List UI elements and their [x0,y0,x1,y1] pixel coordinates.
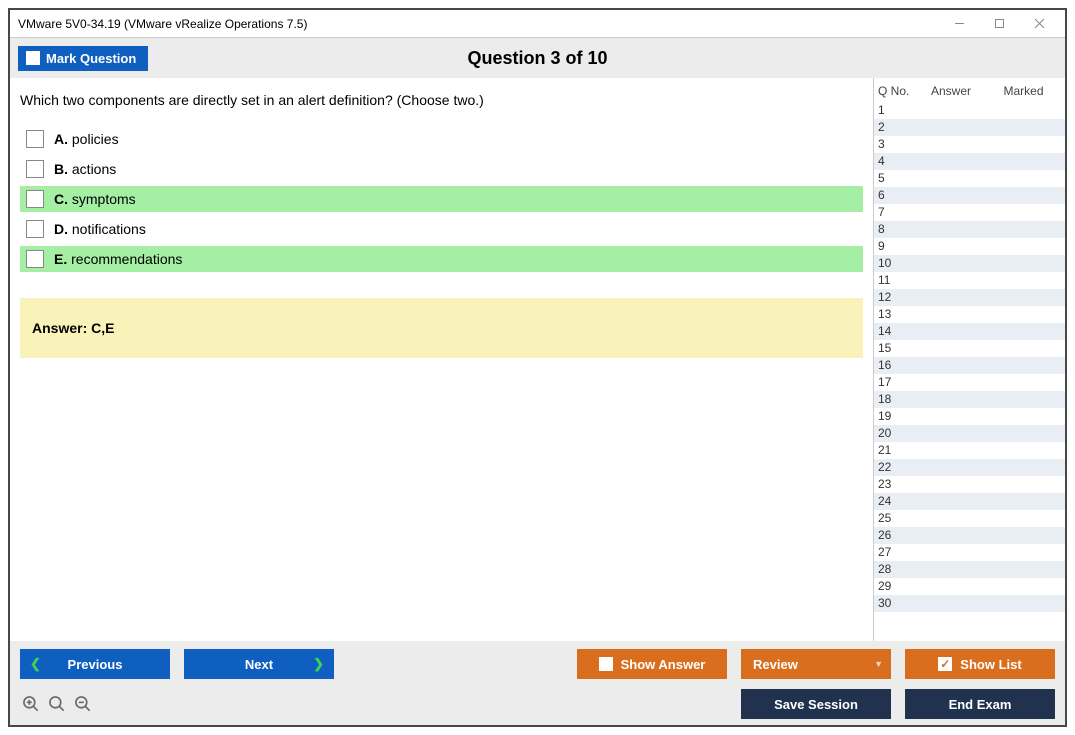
question-list-row[interactable]: 26 [874,527,1065,544]
option-row[interactable]: A. policies [20,126,863,152]
question-list-panel: Q No. Answer Marked 12345678910111213141… [873,78,1065,641]
end-exam-label: End Exam [949,697,1012,712]
option-row[interactable]: B. actions [20,156,863,182]
question-list-row[interactable]: 12 [874,289,1065,306]
review-dropdown[interactable]: Review ▼ [741,649,891,679]
question-list-row[interactable]: 10 [874,255,1065,272]
next-button[interactable]: Next ❯ [184,649,334,679]
question-list-row[interactable]: 8 [874,221,1065,238]
question-text: Which two components are directly set in… [20,92,863,108]
end-exam-button[interactable]: End Exam [905,689,1055,719]
question-list-row[interactable]: 5 [874,170,1065,187]
checkbox-icon[interactable] [26,220,44,238]
maximize-button[interactable] [979,11,1019,37]
window-title: VMware 5V0-34.19 (VMware vRealize Operat… [18,17,307,31]
col-qno: Q No. [878,84,916,98]
question-list-row[interactable]: 1 [874,102,1065,119]
option-row[interactable]: E. recommendations [20,246,863,272]
question-list-row[interactable]: 29 [874,578,1065,595]
main-body: Which two components are directly set in… [10,78,1065,641]
show-answer-label: Show Answer [621,657,706,672]
chevron-left-icon: ❮ [30,656,41,672]
checkbox-icon [26,51,40,65]
option-label: A. policies [54,131,119,147]
show-list-button[interactable]: Show List [905,649,1055,679]
question-list-row[interactable]: 13 [874,306,1065,323]
question-list-row[interactable]: 18 [874,391,1065,408]
option-row[interactable]: C. symptoms [20,186,863,212]
zoom-out-icon[interactable] [72,693,94,715]
footer-row-1: ❮ Previous Next ❯ Show Answer Review ▼ S… [20,649,1055,679]
question-list-row[interactable]: 11 [874,272,1065,289]
options-list: A. policies B. actions C. symptoms D. notif… [20,126,863,272]
question-list-row[interactable]: 3 [874,136,1065,153]
minimize-button[interactable] [939,11,979,37]
checkbox-icon[interactable] [26,250,44,268]
footer-row-2: Save Session End Exam [20,689,1055,719]
question-list-header: Q No. Answer Marked [874,78,1065,102]
question-list-body[interactable]: 1234567891011121314151617181920212223242… [874,102,1065,641]
question-list-row[interactable]: 22 [874,459,1065,476]
answer-box: Answer: C,E [20,298,863,358]
question-list-row[interactable]: 4 [874,153,1065,170]
checkbox-icon [599,657,613,671]
zoom-reset-icon[interactable] [46,693,68,715]
save-session-label: Save Session [774,697,858,712]
question-counter: Question 3 of 10 [10,48,1065,69]
question-list-row[interactable]: 16 [874,357,1065,374]
question-list-row[interactable]: 2 [874,119,1065,136]
next-label: Next [245,657,273,672]
question-list-row[interactable]: 30 [874,595,1065,612]
option-label: E. recommendations [54,251,182,267]
zoom-in-icon[interactable] [20,693,42,715]
close-button[interactable] [1019,11,1059,37]
app-window: VMware 5V0-34.19 (VMware vRealize Operat… [8,8,1067,727]
previous-button[interactable]: ❮ Previous [20,649,170,679]
option-label: C. symptoms [54,191,136,207]
option-row[interactable]: D. notifications [20,216,863,242]
question-list-row[interactable]: 6 [874,187,1065,204]
save-session-button[interactable]: Save Session [741,689,891,719]
footer-bar: ❮ Previous Next ❯ Show Answer Review ▼ S… [10,641,1065,725]
col-answer: Answer [916,84,986,98]
zoom-controls [20,693,94,715]
question-list-row[interactable]: 9 [874,238,1065,255]
question-list-row[interactable]: 27 [874,544,1065,561]
previous-label: Previous [68,657,123,672]
question-list-row[interactable]: 21 [874,442,1065,459]
checkbox-icon[interactable] [26,160,44,178]
question-list-row[interactable]: 25 [874,510,1065,527]
chevron-down-icon: ▼ [874,659,883,669]
header-bar: Mark Question Question 3 of 10 [10,38,1065,78]
show-list-label: Show List [960,657,1021,672]
show-answer-button[interactable]: Show Answer [577,649,727,679]
question-list-row[interactable]: 23 [874,476,1065,493]
question-panel: Which two components are directly set in… [10,78,873,641]
question-list-row[interactable]: 19 [874,408,1065,425]
chevron-right-icon: ❯ [313,656,324,672]
mark-question-label: Mark Question [46,51,136,66]
checkbox-icon[interactable] [26,190,44,208]
question-list-row[interactable]: 14 [874,323,1065,340]
question-list-row[interactable]: 15 [874,340,1065,357]
checkbox-checked-icon [938,657,952,671]
col-marked: Marked [986,84,1061,98]
question-list-row[interactable]: 7 [874,204,1065,221]
question-list-row[interactable]: 24 [874,493,1065,510]
mark-question-button[interactable]: Mark Question [18,46,148,71]
titlebar: VMware 5V0-34.19 (VMware vRealize Operat… [10,10,1065,38]
review-label: Review [753,657,798,672]
question-list-row[interactable]: 20 [874,425,1065,442]
option-label: D. notifications [54,221,146,237]
question-list-row[interactable]: 28 [874,561,1065,578]
window-controls [939,11,1059,37]
option-label: B. actions [54,161,116,177]
question-list-row[interactable]: 17 [874,374,1065,391]
checkbox-icon[interactable] [26,130,44,148]
